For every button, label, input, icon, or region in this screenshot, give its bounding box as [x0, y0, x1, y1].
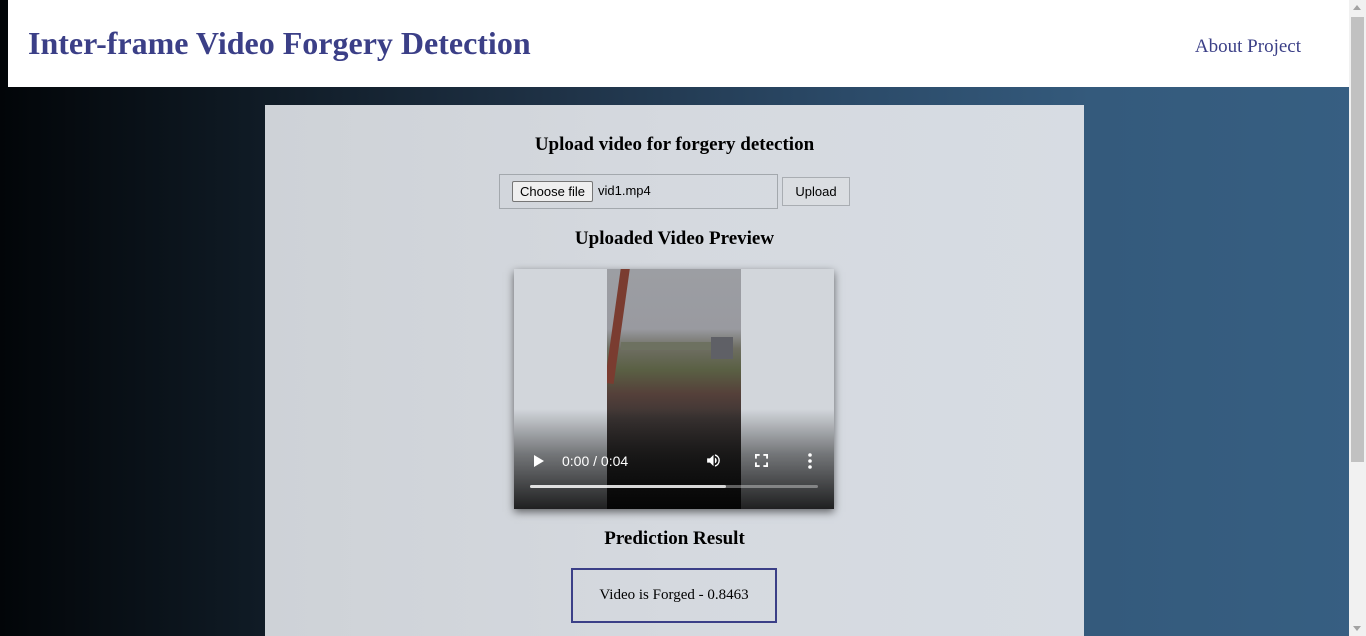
- result-heading: Prediction Result: [604, 528, 745, 549]
- preview-heading: Uploaded Video Preview: [574, 228, 775, 249]
- frame-bridge: [621, 342, 711, 350]
- navbar: Inter-frame Video Forgery Detection Abou…: [8, 0, 1349, 87]
- more-options-icon[interactable]: [808, 453, 812, 469]
- fullscreen-icon[interactable]: [755, 454, 768, 467]
- frame-building: [711, 337, 733, 359]
- scroll-down-arrow-icon[interactable]: [1353, 626, 1361, 631]
- prediction-result: Video is Forged - 0.8463: [571, 568, 777, 623]
- main-card: Upload video for forgery detection Choos…: [265, 105, 1084, 636]
- video-progress-bar[interactable]: [530, 485, 818, 488]
- scroll-up-arrow-icon[interactable]: [1353, 5, 1361, 10]
- video-player[interactable]: 0:00 / 0:04: [514, 269, 834, 509]
- file-input[interactable]: Choose file vid1.mp4: [499, 174, 778, 209]
- frame-pole: [607, 269, 631, 385]
- about-project-link[interactable]: About Project: [1195, 36, 1301, 58]
- video-time-display: 0:00 / 0:04: [562, 453, 629, 469]
- video-buffered-bar: [530, 485, 726, 488]
- site-title: Inter-frame Video Forgery Detection: [28, 25, 531, 61]
- upload-button[interactable]: Upload: [782, 177, 850, 206]
- volume-icon[interactable]: [705, 452, 722, 469]
- page-scrollbar[interactable]: [1349, 0, 1366, 636]
- selected-file-name: vid1.mp4: [598, 183, 651, 198]
- choose-file-button[interactable]: Choose file: [512, 181, 594, 202]
- upload-heading: Upload video for forgery detection: [534, 134, 815, 155]
- play-icon[interactable]: [534, 455, 544, 467]
- scrollbar-thumb[interactable]: [1351, 17, 1364, 462]
